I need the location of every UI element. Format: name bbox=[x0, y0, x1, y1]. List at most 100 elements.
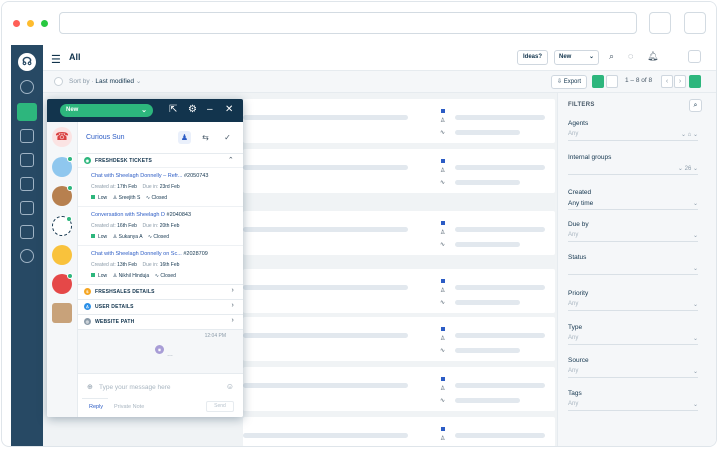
user-details-section[interactable]: ♙ USER DETAILS › bbox=[78, 299, 243, 313]
freshdesk-logo-icon[interactable]: ☊ bbox=[18, 53, 36, 71]
table-view-icon[interactable] bbox=[606, 75, 618, 88]
section-label: FRESHDESK TICKETS bbox=[95, 158, 153, 164]
freshsales-details-section[interactable]: $ FRESHSALES DETAILS › bbox=[78, 284, 243, 298]
message-time: 12:04 PM bbox=[204, 333, 226, 339]
emoji-icon[interactable]: ☺ bbox=[226, 382, 234, 391]
filter-value[interactable]: Any ⌄ bbox=[568, 232, 698, 242]
filter-agents[interactable]: Agents Any ⌄ ⌂ ⌄ bbox=[568, 120, 698, 141]
filter-internal-groups[interactable]: Internal groups ⌄ 26 ⌄ bbox=[568, 154, 698, 175]
inbox-icon[interactable] bbox=[20, 153, 34, 167]
new-button[interactable]: New ⌄ bbox=[554, 50, 599, 65]
ticket-dates: Created at: 16th Feb Due in: 20th Feb bbox=[91, 223, 180, 229]
card-view-icon[interactable] bbox=[592, 75, 604, 88]
message-input[interactable]: Type your message here bbox=[99, 384, 171, 391]
ticket-card[interactable]: ♙ ∿ bbox=[243, 269, 555, 313]
ticket-title[interactable]: Conversation with Sheelagh D #2040843 bbox=[91, 212, 191, 218]
filter-type[interactable]: Type Any ⌄ bbox=[568, 324, 698, 345]
filter-value[interactable]: ⌄ bbox=[568, 265, 698, 275]
close-window-dot[interactable] bbox=[13, 20, 20, 27]
visitor-avatar[interactable] bbox=[52, 216, 72, 236]
prev-page-button[interactable]: ‹ bbox=[661, 75, 673, 88]
ticket-title[interactable]: Chat with Sheelagh Donnelly – Refr... #2… bbox=[91, 173, 208, 179]
phone-avatar[interactable]: ☎ bbox=[52, 127, 72, 147]
filter-created[interactable]: Created Any time ⌄ bbox=[568, 189, 698, 210]
transfer-icon[interactable]: ⇆ bbox=[199, 131, 212, 144]
reply-composer: ⊕ Type your message here ☺ Reply Private… bbox=[78, 373, 243, 417]
filter-panel-toggle-icon[interactable] bbox=[689, 75, 701, 88]
filter-label: Status bbox=[568, 254, 587, 261]
filter-value[interactable]: Any ⌄ bbox=[568, 368, 698, 378]
social-icon[interactable] bbox=[20, 201, 34, 215]
filter-value[interactable]: Any ⌄ bbox=[568, 335, 698, 345]
ticket-card[interactable]: ♙ ∿ bbox=[243, 211, 555, 255]
filter-value[interactable]: Any ⌄ ⌂ ⌄ bbox=[568, 131, 698, 141]
ticket-item[interactable]: Conversation with Sheelagh D #2040843 Cr… bbox=[78, 206, 243, 245]
apps-icon[interactable] bbox=[688, 50, 701, 63]
tickets-icon[interactable] bbox=[17, 103, 37, 121]
filters-panel: FILTERS ⌕ Agents Any ⌄ ⌂ ⌄ Internal group… bbox=[557, 93, 716, 446]
notification-bell-icon[interactable]: 🔔︎ bbox=[647, 51, 658, 62]
ideas-button[interactable]: Ideas? bbox=[517, 50, 549, 65]
active-visitor-avatar[interactable] bbox=[52, 245, 72, 265]
filter-priority[interactable]: Priority Any ⌄ bbox=[568, 290, 698, 311]
filter-value[interactable]: Any time ⌄ bbox=[568, 200, 698, 210]
ticket-card[interactable]: ♙ ∿ bbox=[243, 317, 555, 361]
ticket-card[interactable]: ♙ ∿ bbox=[243, 367, 555, 411]
chat-icon[interactable]: ◌ bbox=[628, 51, 633, 61]
website-path-section[interactable]: ◎ WEBSITE PATH › bbox=[78, 314, 243, 328]
filter-value[interactable]: ⌄ 26 ⌄ bbox=[568, 165, 698, 175]
visitor-avatar[interactable] bbox=[52, 156, 73, 177]
filter-value[interactable]: Any ⌄ bbox=[568, 301, 698, 311]
filter-due-by[interactable]: Due by Any ⌄ bbox=[568, 221, 698, 242]
dashboard-icon[interactable] bbox=[20, 80, 34, 94]
visitor-avatar[interactable] bbox=[52, 185, 73, 206]
section-label: USER DETAILS bbox=[95, 304, 134, 310]
resolve-check-icon[interactable]: ✓ bbox=[221, 131, 234, 144]
reply-tab[interactable]: Reply bbox=[89, 404, 103, 410]
address-bar[interactable] bbox=[59, 12, 637, 34]
knowledge-base-icon[interactable] bbox=[20, 177, 34, 191]
maximize-window-dot[interactable] bbox=[41, 20, 48, 27]
settings-gear-icon[interactable]: ⚙ bbox=[188, 105, 197, 115]
filter-status[interactable]: Status ⌄ bbox=[568, 254, 698, 275]
chevron-down-icon: ⌄ bbox=[692, 402, 698, 408]
visitor-avatar[interactable] bbox=[52, 273, 73, 294]
send-button[interactable]: Send bbox=[206, 401, 234, 412]
assign-agent-icon[interactable]: ♟ bbox=[178, 131, 191, 144]
private-note-tab[interactable]: Private Note bbox=[114, 404, 144, 410]
filter-source[interactable]: Source Any ⌄ bbox=[568, 357, 698, 378]
user-avatar[interactable]: F bbox=[716, 50, 717, 64]
visitor-avatar[interactable] bbox=[52, 303, 72, 323]
browser-menu-button[interactable] bbox=[684, 12, 706, 34]
app-sidebar: ☊ bbox=[11, 45, 43, 446]
freshdesk-tickets-section[interactable]: ◉ FRESHDESK TICKETS ⌃ bbox=[78, 153, 243, 167]
priority-indicator bbox=[91, 195, 95, 199]
ticket-card[interactable]: ♙ ∿ bbox=[243, 99, 555, 143]
add-attachment-icon[interactable]: ⊕ bbox=[87, 383, 93, 391]
minimize-window-dot[interactable] bbox=[27, 20, 34, 27]
ticket-card[interactable]: ♙ ∿ bbox=[243, 149, 555, 193]
ticket-card[interactable]: ♙ bbox=[243, 417, 555, 446]
open-external-icon[interactable]: ⇱ bbox=[169, 105, 177, 115]
status-dropdown[interactable]: New ⌄ bbox=[60, 104, 153, 117]
contacts-icon[interactable] bbox=[20, 129, 34, 143]
ticket-item[interactable]: Chat with Sheelagh Donnelly – Refr... #2… bbox=[78, 167, 243, 206]
filter-tags[interactable]: Tags Any ⌄ bbox=[568, 390, 698, 411]
menu-icon[interactable]: ☰ bbox=[51, 53, 61, 66]
reports-icon[interactable] bbox=[20, 225, 34, 239]
search-icon[interactable]: ⌕ bbox=[609, 51, 614, 62]
ticket-title[interactable]: Chat with Sheelagh Donnelly on Sc... #20… bbox=[91, 251, 208, 257]
select-all-checkbox[interactable] bbox=[54, 77, 63, 86]
sort-by-control[interactable]: Sort by · Last modified ⌄ bbox=[69, 77, 141, 85]
placeholder-bar bbox=[455, 300, 520, 305]
contact-name[interactable]: Curious Sun bbox=[86, 134, 125, 141]
filter-search-icon[interactable]: ⌕ bbox=[689, 99, 702, 112]
admin-gear-icon[interactable] bbox=[20, 249, 34, 263]
filter-value[interactable]: Any ⌄ bbox=[568, 401, 698, 411]
close-icon[interactable]: ✕ bbox=[225, 105, 233, 115]
minimize-icon[interactable]: – bbox=[207, 105, 213, 115]
export-button[interactable]: ⇩ Export bbox=[551, 75, 588, 89]
next-page-button[interactable]: › bbox=[674, 75, 686, 88]
ticket-item[interactable]: Chat with Sheelagh Donnelly on Sc... #20… bbox=[78, 245, 243, 284]
browser-action-button[interactable] bbox=[649, 12, 671, 34]
